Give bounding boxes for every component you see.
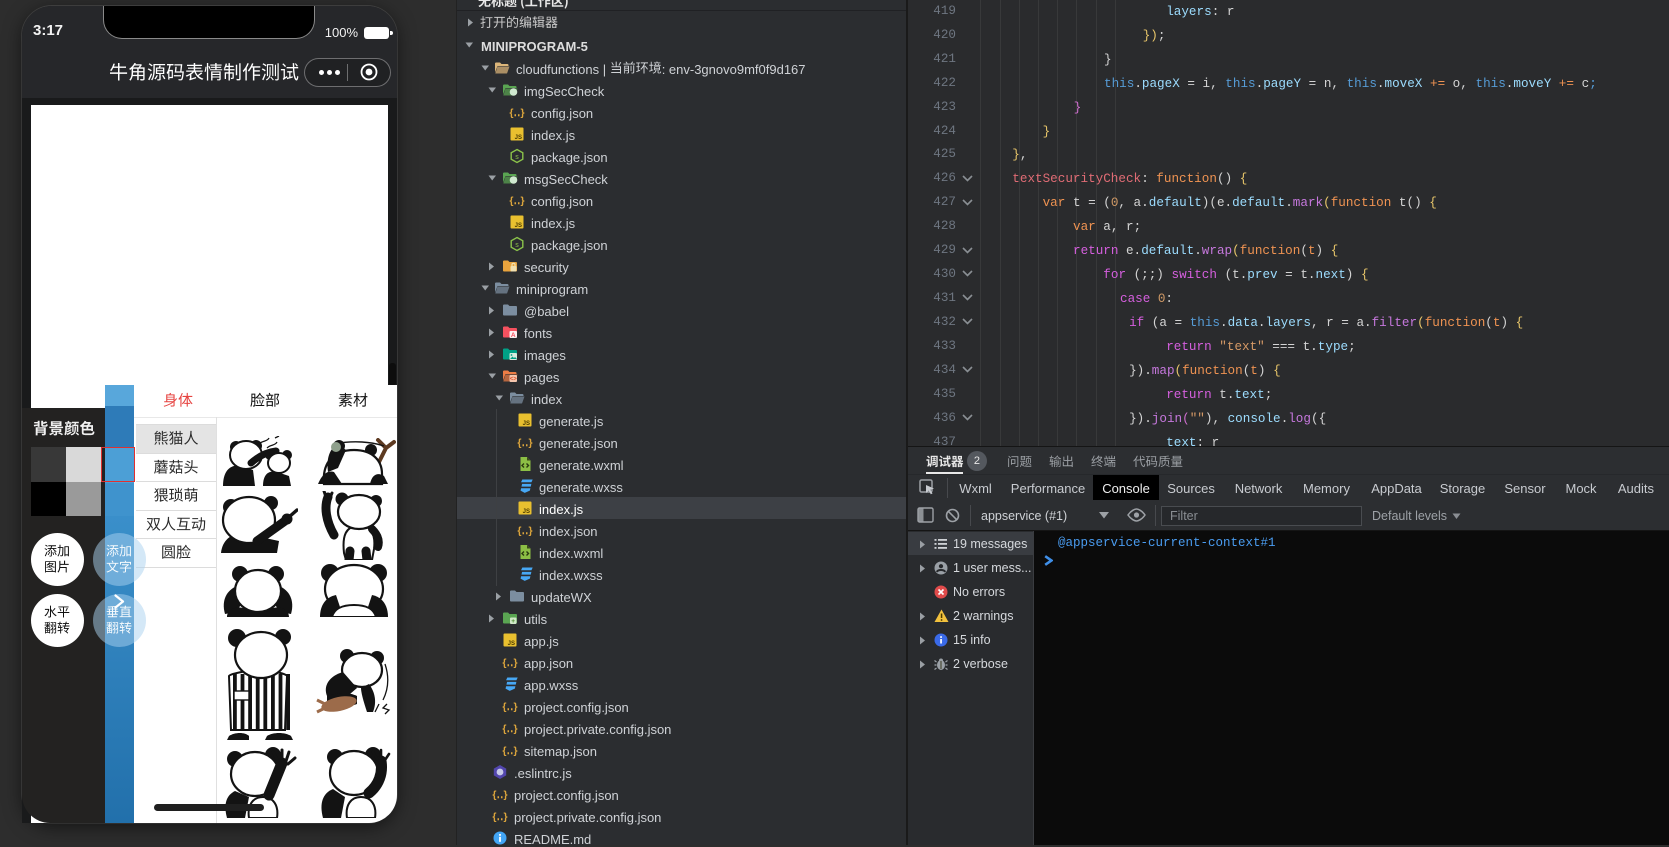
svg-text:+: + xyxy=(511,618,515,625)
svg-text:<>: <> xyxy=(510,377,518,383)
svg-text:{‥}: {‥} xyxy=(502,745,517,757)
svg-text:{‥}: {‥} xyxy=(509,195,524,207)
svg-text:JS: JS xyxy=(515,135,522,141)
svg-text:A: A xyxy=(511,332,516,339)
svg-text:{‥}: {‥} xyxy=(517,525,532,537)
svg-text:s: s xyxy=(515,154,519,161)
svg-text:JS: JS xyxy=(508,641,515,647)
svg-text:s: s xyxy=(515,242,519,249)
svg-text:{‥}: {‥} xyxy=(517,437,532,449)
svg-text:JS: JS xyxy=(523,421,530,427)
svg-text:JS: JS xyxy=(515,223,522,229)
svg-text:{‥}: {‥} xyxy=(492,811,507,823)
svg-text:{‥}: {‥} xyxy=(502,723,517,735)
svg-text:{‥}: {‥} xyxy=(502,657,517,669)
svg-text:JS: JS xyxy=(523,509,530,515)
svg-text:{‥}: {‥} xyxy=(492,789,507,801)
svg-text:{‥}: {‥} xyxy=(509,107,524,119)
svg-text:{‥}: {‥} xyxy=(502,701,517,713)
